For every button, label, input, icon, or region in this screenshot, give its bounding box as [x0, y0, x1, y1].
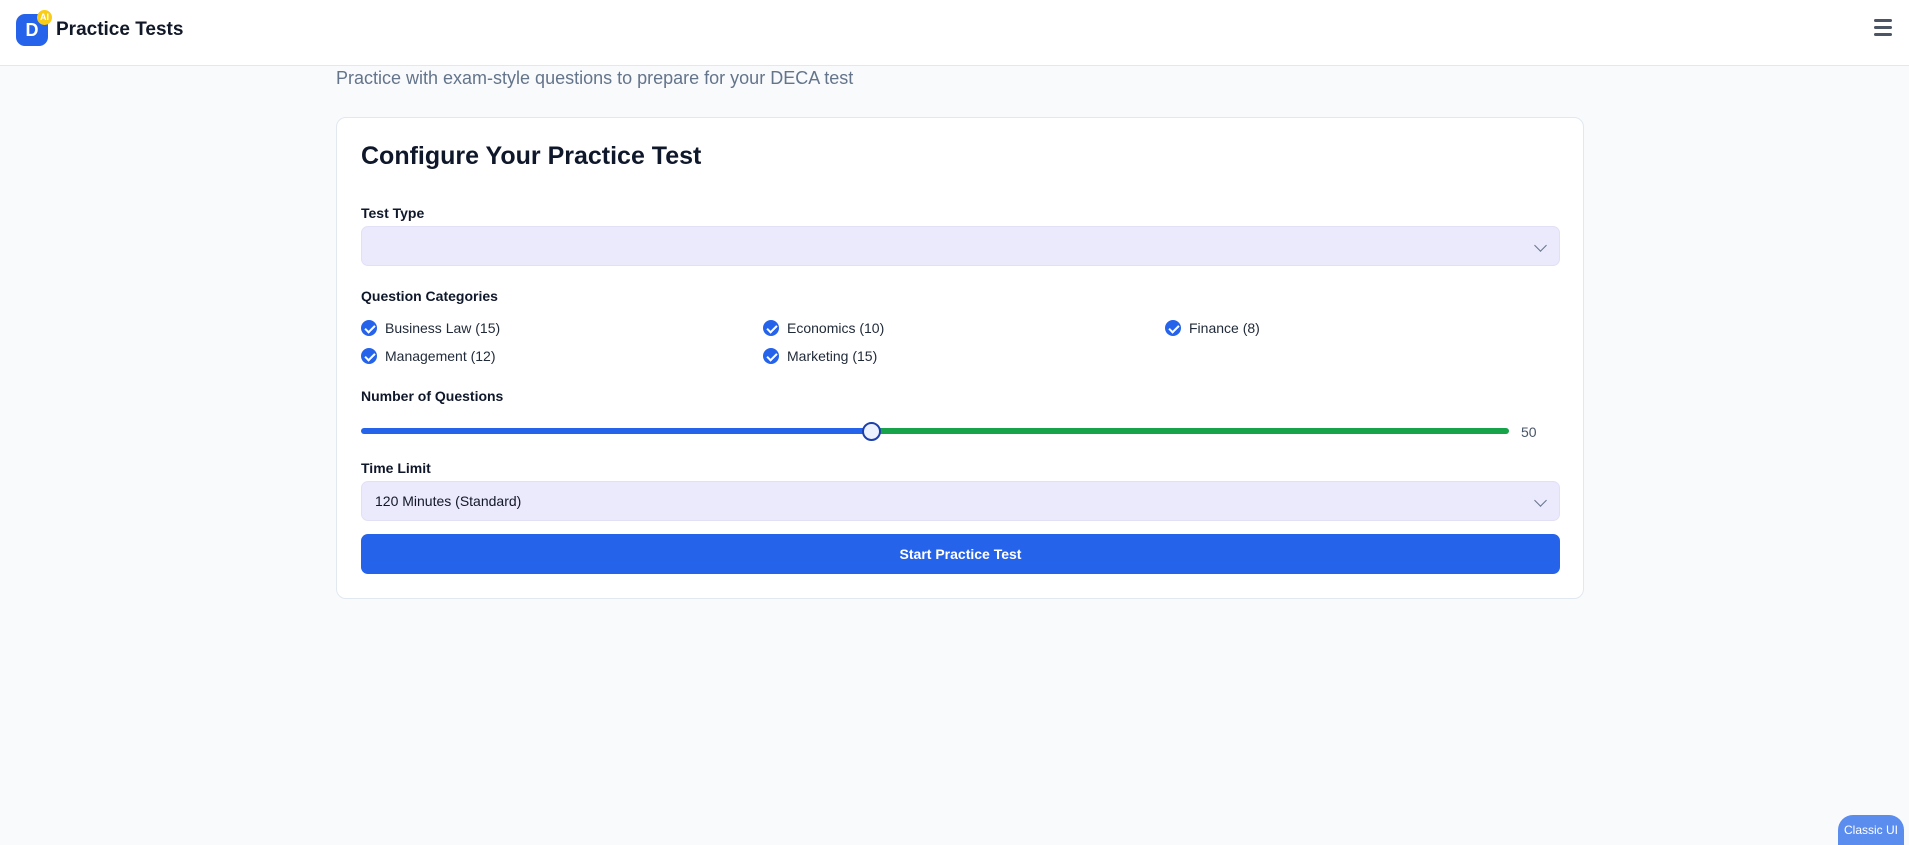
- category-label: Economics (10): [787, 320, 885, 336]
- classic-ui-button[interactable]: Classic UI: [1838, 815, 1904, 845]
- category-checkbox-business-law[interactable]: Business Law (15): [361, 318, 500, 338]
- top-bar: D AI Practice Tests: [0, 0, 1909, 66]
- category-label: Marketing (15): [787, 348, 878, 364]
- category-label: Management (12): [385, 348, 496, 364]
- test-type-label: Test Type: [361, 205, 425, 221]
- test-type-select[interactable]: [361, 226, 1560, 266]
- category-label: Finance (8): [1189, 320, 1260, 336]
- chevron-down-icon: [1534, 239, 1547, 252]
- category-checkbox-marketing[interactable]: Marketing (15): [763, 346, 877, 366]
- card-title: Configure Your Practice Test: [361, 142, 702, 170]
- checkmark-icon: [763, 348, 779, 364]
- slider-track-filled: [361, 428, 871, 434]
- question-categories-label: Question Categories: [361, 288, 498, 304]
- checkmark-icon: [1165, 320, 1181, 336]
- category-label: Business Law (15): [385, 320, 501, 336]
- checkmark-icon: [361, 320, 377, 336]
- time-limit-value: 120 Minutes (Standard): [375, 493, 522, 509]
- slider-thumb[interactable]: [862, 422, 881, 441]
- time-limit-label: Time Limit: [361, 460, 431, 476]
- configure-test-card: Configure Your Practice Test Test Type Q…: [336, 117, 1584, 599]
- checkmark-icon: [361, 348, 377, 364]
- checkmark-icon: [763, 320, 779, 336]
- ai-badge: AI: [37, 10, 52, 25]
- page-subtitle: Practice with exam-style questions to pr…: [336, 68, 854, 88]
- time-limit-select[interactable]: 120 Minutes (Standard): [361, 481, 1560, 521]
- slider-value: 50: [1521, 424, 1537, 440]
- slider-track-remaining: [871, 428, 1509, 434]
- category-checkbox-economics[interactable]: Economics (10): [763, 318, 884, 338]
- category-checkbox-finance[interactable]: Finance (8): [1165, 318, 1260, 338]
- number-of-questions-label: Number of Questions: [361, 388, 504, 404]
- logo-letter: D: [25, 20, 39, 40]
- chevron-down-icon: [1534, 494, 1547, 507]
- app-title: Practice Tests: [56, 19, 184, 40]
- hamburger-menu-icon[interactable]: [1874, 19, 1892, 39]
- category-checkbox-management[interactable]: Management (12): [361, 346, 496, 366]
- start-practice-test-button[interactable]: Start Practice Test: [361, 534, 1560, 574]
- number-of-questions-slider[interactable]: [361, 422, 1509, 441]
